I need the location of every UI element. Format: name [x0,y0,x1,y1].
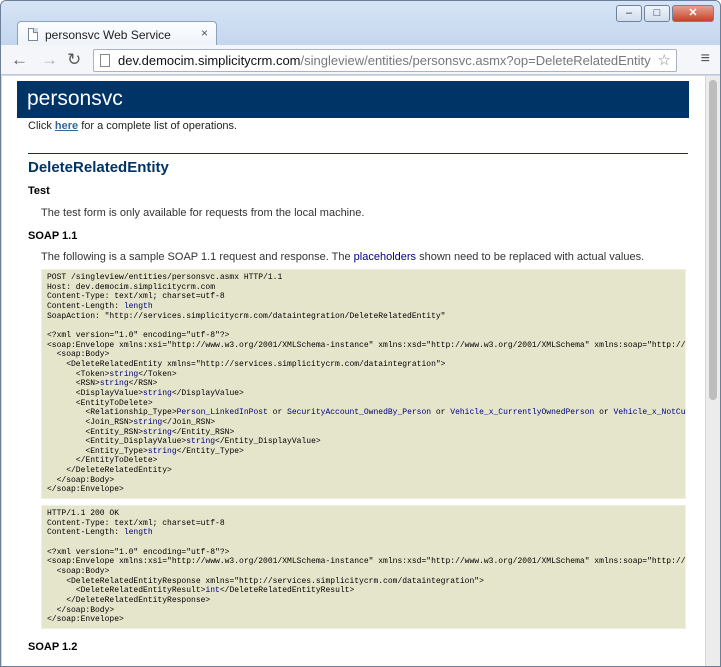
soap12-heading: SOAP 1.2 [28,640,78,653]
scrollbar-thumb[interactable] [709,80,717,400]
service-heading: personsvc [17,81,689,118]
section-divider [28,153,688,154]
soap11-heading: SOAP 1.1 [28,230,78,242]
url-host: dev.democim.simplicitycrm.com [118,53,301,68]
reload-icon[interactable]: ↻ [67,50,81,70]
page-content: Click here for a complete list of operat… [28,120,688,653]
soap-request-sample: POST /singleview/entities/personsvc.asmx… [41,269,686,500]
minimize-button[interactable]: – [616,5,642,22]
placeholders-word: placeholders [353,251,417,263]
bookmark-star-icon[interactable]: ☆ [658,51,671,69]
forward-arrow-icon[interactable]: → [41,50,58,70]
intro-text: Click here for a complete list of operat… [28,120,688,132]
address-bar[interactable]: dev.democim.simplicitycrm.com/singleview… [93,49,677,72]
window-controls: – □ ✕ [616,5,714,22]
back-arrow-icon[interactable]: ← [11,50,28,70]
operations-list-link[interactable]: here [55,120,78,132]
browser-tab[interactable]: personsvc Web Service × [17,21,217,47]
vertical-scrollbar[interactable] [705,76,720,666]
soap11-description: The following is a sample SOAP 1.1 reque… [41,251,688,263]
intro-prefix: Click [28,120,55,132]
soap-response-sample: HTTP/1.1 200 OK Content-Type: text/xml; … [41,505,686,629]
test-text: The test form is only available for requ… [41,207,365,219]
page-info-icon[interactable] [100,54,110,67]
url-path: /singleview/entities/personsvc.asmx?op=D… [300,53,651,68]
maximize-button[interactable]: □ [644,5,670,22]
browser-window: personsvc Web Service × – □ ✕ ← → ↻ dev.… [0,0,721,667]
browser-menu-icon[interactable]: ≡ [701,50,710,68]
close-window-button[interactable]: ✕ [672,5,714,22]
title-bar: personsvc Web Service × – □ ✕ [1,1,720,47]
tab-title: personsvc Web Service [45,27,171,42]
browser-toolbar: ← → ↻ dev.democim.simplicitycrm.com/sing… [1,45,720,75]
soap11-text-prefix: The following is a sample SOAP 1.1 reque… [41,251,354,263]
soap11-text-suffix: shown need to be replaced with actual va… [416,251,645,263]
test-heading: Test [28,185,50,197]
intro-suffix: for a complete list of operations. [78,120,238,132]
tab-close-icon[interactable]: × [201,26,208,40]
operation-title: DeleteRelatedEntity [28,159,169,176]
page-viewport: personsvc Click here for a complete list… [2,76,705,666]
page-icon [28,28,38,41]
